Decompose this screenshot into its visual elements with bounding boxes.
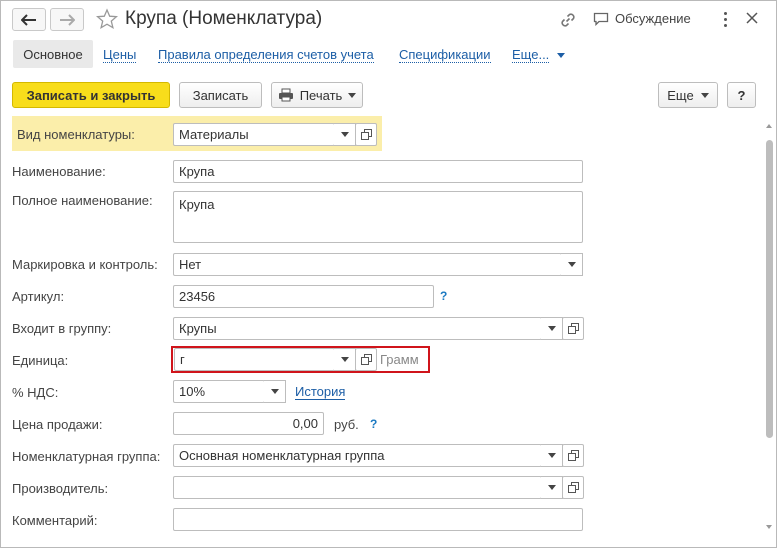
open-icon [567, 450, 579, 461]
vat-dropdown-button[interactable] [264, 380, 286, 403]
chevron-down-icon [567, 262, 576, 267]
chevron-down-icon [557, 52, 566, 58]
chevron-down-icon [340, 132, 349, 137]
tab-prices[interactable]: Цены [103, 47, 137, 63]
article-input[interactable]: 23456 [173, 285, 434, 308]
marking-select[interactable]: Нет [173, 253, 562, 276]
full-name-textarea[interactable]: Крупа [173, 191, 583, 243]
price-help-icon[interactable]: ? [370, 417, 377, 431]
tab-account-rules-label: Правила определения счетов учета [158, 47, 374, 63]
article-label: Артикул: [12, 289, 65, 304]
discussion-button[interactable]: Обсуждение [593, 11, 691, 26]
scroll-down-icon[interactable] [766, 525, 772, 529]
save-and-close-button[interactable]: Записать и закрыть [12, 82, 170, 108]
manufacturer-dropdown-button[interactable] [541, 476, 563, 499]
print-button[interactable]: Печать [271, 82, 363, 108]
forward-arrow-icon [60, 13, 75, 26]
chevron-down-icon [547, 326, 556, 331]
scrollbar-thumb[interactable] [766, 140, 773, 438]
unit-selection-highlight [171, 346, 430, 373]
tab-specifications-label: Спецификации [399, 47, 491, 63]
chevron-down-icon [270, 389, 279, 394]
comment-label: Комментарий: [12, 513, 98, 528]
open-icon [567, 482, 579, 493]
nom-group-open-button[interactable] [562, 444, 584, 467]
group-label: Входит в группу: [12, 321, 112, 336]
price-label: Цена продажи: [12, 417, 103, 432]
chevron-down-icon [348, 92, 357, 98]
close-icon[interactable] [746, 12, 758, 24]
tabs-more-label: Еще... [512, 47, 550, 63]
full-name-label: Полное наименование: [12, 193, 153, 208]
name-label: Наименование: [12, 164, 106, 179]
comment-input[interactable] [173, 508, 583, 531]
tab-account-rules[interactable]: Правила определения счетов учета [158, 47, 374, 63]
save-button[interactable]: Записать [179, 82, 262, 108]
chevron-down-icon [700, 92, 709, 98]
back-button[interactable] [12, 8, 46, 31]
unit-label: Единица: [12, 353, 69, 368]
open-icon [567, 323, 579, 334]
printer-icon [278, 88, 293, 102]
more-actions-label: Еще [667, 87, 694, 103]
forward-button[interactable] [50, 8, 84, 31]
tab-prices-label: Цены [103, 47, 137, 63]
star-icon[interactable] [96, 8, 118, 30]
vid-label: Вид номенклатуры: [17, 127, 135, 142]
window-title: Крупа (Номенклатура) [125, 8, 323, 29]
vat-select[interactable]: 10% [173, 380, 265, 403]
group-input[interactable]: Крупы [173, 317, 542, 340]
print-label: Печать [299, 87, 343, 103]
marking-label: Маркировка и контроль: [12, 257, 158, 272]
price-input[interactable]: 0,00 [173, 412, 324, 435]
nom-group-input[interactable]: Основная номенклатурная группа [173, 444, 542, 467]
vid-dropdown-button[interactable] [334, 123, 356, 146]
scroll-up-icon[interactable] [766, 124, 772, 128]
vat-history-label: История [295, 384, 346, 400]
name-input[interactable]: Крупа [173, 160, 583, 183]
chevron-down-icon [547, 453, 556, 458]
vid-open-button[interactable] [355, 123, 377, 146]
vid-input[interactable]: Материалы [173, 123, 335, 146]
back-arrow-icon [21, 13, 36, 26]
help-button[interactable]: ? [727, 82, 756, 108]
manufacturer-input[interactable] [173, 476, 542, 499]
chat-icon [593, 12, 609, 26]
tabs-more-menu[interactable]: Еще... [512, 47, 566, 63]
article-help-icon[interactable]: ? [440, 289, 447, 303]
nom-group-label: Номенклатурная группа: [12, 449, 161, 464]
vat-label: % НДС: [12, 385, 59, 400]
more-vert-icon[interactable] [720, 10, 730, 28]
group-dropdown-button[interactable] [541, 317, 563, 340]
marking-dropdown-button[interactable] [561, 253, 583, 276]
more-actions-button[interactable]: Еще [658, 82, 718, 108]
vat-history-link[interactable]: История [295, 384, 346, 400]
chevron-down-icon [547, 485, 556, 490]
tab-main[interactable]: Основное [13, 40, 93, 68]
tab-specifications[interactable]: Спецификации [399, 47, 491, 63]
manufacturer-open-button[interactable] [562, 476, 584, 499]
open-icon [360, 129, 372, 140]
group-open-button[interactable] [562, 317, 584, 340]
nom-group-dropdown-button[interactable] [541, 444, 563, 467]
discussion-label: Обсуждение [615, 11, 691, 26]
link-icon[interactable] [559, 11, 577, 29]
price-currency: руб. [334, 417, 359, 432]
manufacturer-label: Производитель: [12, 481, 109, 496]
